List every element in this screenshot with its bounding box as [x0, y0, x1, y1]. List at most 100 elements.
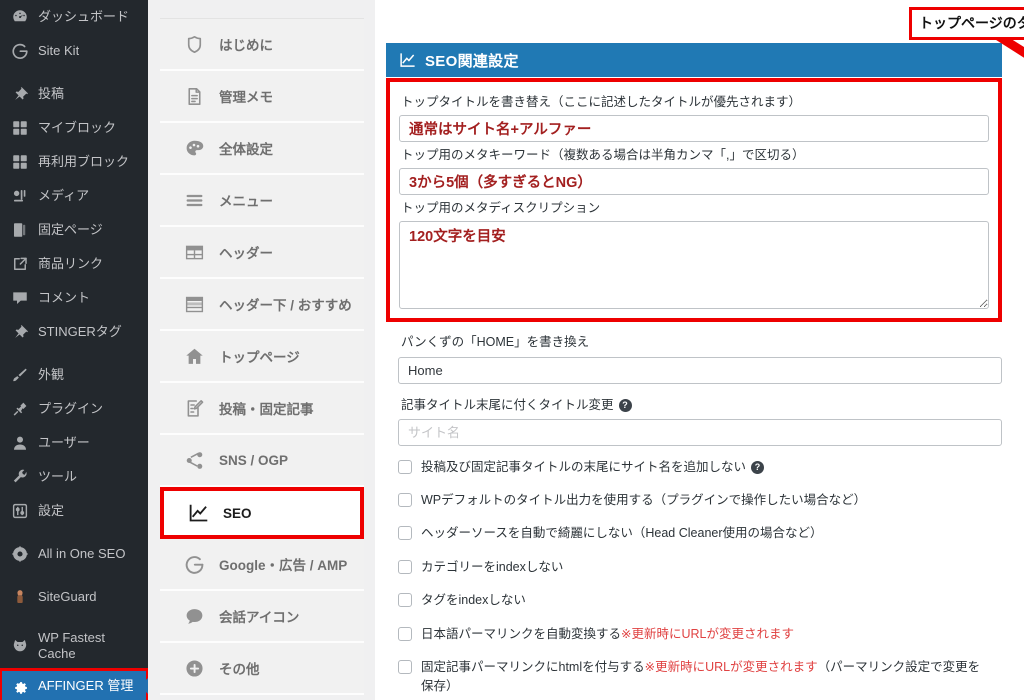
- share-icon: [182, 450, 206, 471]
- help-icon[interactable]: ?: [618, 398, 632, 412]
- sidebar-item-siteguard[interactable]: SiteGuard: [0, 580, 148, 614]
- plug-icon: [9, 399, 30, 419]
- checkbox-input[interactable]: [398, 659, 412, 674]
- palette-icon: [182, 138, 206, 159]
- nav-item-label: ヘッダー: [219, 246, 273, 261]
- sidebar-item-[interactable]: 固定ページ: [0, 213, 148, 247]
- sidebar-item-label: 設定: [38, 502, 65, 518]
- checkbox-input[interactable]: [398, 459, 412, 474]
- plain-field-input-1[interactable]: [398, 418, 1002, 446]
- nav-item-sns-ogp[interactable]: SNS / OGP: [160, 435, 364, 487]
- checkbox-text-part: ヘッダーソースを自動で綺麗にしない（Head Cleaner使用の場合など）: [421, 526, 823, 541]
- sidebar-item-label: STINGERタグ: [38, 323, 122, 339]
- sidebar-item-[interactable]: プラグイン: [0, 392, 148, 426]
- nav-item-item-2[interactable]: 全体設定: [160, 123, 364, 175]
- external-link-icon: [9, 254, 30, 274]
- sidebar-item-label: WP Fastest Cache: [38, 629, 105, 661]
- checkbox-row[interactable]: WPデフォルトのタイトル出力を使用する（プラグインで操作したい場合など）: [398, 491, 1002, 510]
- sidebar-item-all-in-one-seo[interactable]: All in One SEO: [0, 537, 148, 571]
- nav-item-item-0[interactable]: はじめに: [160, 19, 364, 71]
- sidebar-active-pointer-icon: [140, 677, 148, 695]
- nav-item-item-4[interactable]: ヘッダー: [160, 227, 364, 279]
- checkbox-input[interactable]: [398, 493, 412, 507]
- wrench-icon: [9, 467, 30, 487]
- shield-icon: [182, 34, 206, 55]
- dashboard-icon: [9, 7, 30, 27]
- nav-item-item-11[interactable]: 会話アイコン: [160, 591, 364, 643]
- wp-admin-sidebar: ダッシュボード Site Kit 投稿マイブロック 再利用ブロックメディア固定ページ商…: [0, 0, 148, 700]
- checkbox-text-part: 固定記事パーマリンクにhtmlを付与する: [421, 659, 645, 674]
- sidebar-item-label: 商品リンク: [38, 255, 104, 271]
- checkbox-input[interactable]: [398, 626, 412, 641]
- sidebar-item-label: 外観: [38, 366, 65, 382]
- help-icon[interactable]: ?: [751, 461, 765, 475]
- seo-field-input-1[interactable]: [399, 168, 989, 196]
- sidebar-item-site-kit[interactable]: Site Kit: [0, 34, 148, 68]
- chart-line-icon: [399, 52, 416, 69]
- speech-bubble-icon: [182, 606, 206, 627]
- sidebar-item-label: 再利用ブロック: [38, 153, 130, 169]
- checkbox-label: カテゴリーをindexしない: [421, 558, 573, 577]
- checkbox-row[interactable]: タグをindexしない: [398, 591, 1002, 610]
- checkbox-row[interactable]: カテゴリーをindexしない: [398, 558, 1002, 577]
- sidebar-item-label: マイブロック: [38, 119, 117, 135]
- checkbox-label: 投稿及び固定記事タイトルの末尾にサイト名を追加しない?: [421, 458, 774, 477]
- checkbox-label: タグをindexしない: [421, 591, 536, 610]
- nav-item-seo[interactable]: SEO: [160, 487, 364, 539]
- sidebar-item-label: 固定ページ: [38, 221, 103, 237]
- checkbox-row[interactable]: 投稿及び固定記事タイトルの末尾にサイト名を追加しない?: [398, 458, 1002, 477]
- sidebar-item-[interactable]: メディア: [0, 179, 148, 213]
- sidebar-item-[interactable]: マイブロック: [0, 111, 148, 145]
- page-icon: [9, 220, 30, 240]
- siteguard-icon: [9, 587, 30, 607]
- sidebar-divider: [0, 614, 148, 623]
- sidebar-item-[interactable]: 投稿: [0, 77, 148, 111]
- checkbox-label: 固定記事パーマリンクにhtmlを付与する※更新時にURLが変更されます（パーマリ…: [421, 658, 1002, 697]
- nav-item-item-6[interactable]: トップページ: [160, 331, 364, 383]
- header-below-icon: [182, 294, 206, 315]
- panel-header: SEO関連設定: [386, 43, 1002, 77]
- checkbox-input[interactable]: [398, 559, 412, 574]
- memo-icon: [182, 86, 206, 107]
- sidebar-item-affinger[interactable]: AFFINGER 管理: [0, 668, 148, 700]
- sidebar-item-[interactable]: 設定: [0, 494, 148, 528]
- sidebar-item-[interactable]: ツール: [0, 460, 148, 494]
- nav-item-label: Google・広告 / AMP: [219, 558, 348, 573]
- checkbox-options-group: 投稿及び固定記事タイトルの末尾にサイト名を追加しない? WPデフォルトのタイトル出…: [386, 458, 1002, 700]
- sidebar-divider: [0, 68, 148, 77]
- seo-field-input-2[interactable]: [399, 221, 989, 310]
- nav-item-item-7[interactable]: 投稿・固定記事: [160, 383, 364, 435]
- nav-item-google-amp[interactable]: Google・広告 / AMP: [160, 539, 364, 591]
- annotation-callout-text: トップページのタイトルとメタディスクリプション: [919, 15, 1024, 31]
- checkbox-input[interactable]: [398, 526, 412, 541]
- sidebar-item-[interactable]: ユーザー: [0, 426, 148, 460]
- sidebar-item-[interactable]: 外観: [0, 358, 148, 392]
- highlighted-top-seo-fields: トップタイトルを書き替え（ここに記述したタイトルが優先されます） トップ用のメタキ…: [386, 78, 1002, 323]
- gear-icon: [9, 676, 30, 696]
- seo-field-input-0[interactable]: [399, 115, 989, 143]
- checkbox-row[interactable]: ヘッダーソースを自動で綺麗にしない（Head Cleaner使用の場合など）: [398, 524, 1002, 543]
- nav-item-item-1[interactable]: 管理メモ: [160, 71, 364, 123]
- nav-item-item-3[interactable]: メニュー: [160, 175, 364, 227]
- media-icon: [9, 186, 30, 206]
- nav-item-label: 全体設定: [219, 142, 273, 157]
- sidebar-item-label: プラグイン: [38, 400, 104, 416]
- nav-item-label: SEO: [223, 505, 252, 521]
- sidebar-item-wp-fastest-cache[interactable]: WP Fastest Cache: [0, 623, 148, 669]
- sidebar-item-[interactable]: 再利用ブロック: [0, 145, 148, 179]
- plain-fields-group: パンくずの「HOME」を書き換え記事タイトル末尾に付くタイトル変更?: [386, 333, 1002, 446]
- sidebar-item-[interactable]: 商品リンク: [0, 247, 148, 281]
- checkbox-row[interactable]: 日本語パーマリンクを自動変換する※更新時にURLが変更されます: [398, 625, 1002, 644]
- plain-field-input-0[interactable]: [398, 356, 1002, 384]
- wpfc-cat-icon: [9, 636, 30, 656]
- sidebar-item-label: All in One SEO: [38, 545, 126, 561]
- checkbox-input[interactable]: [398, 593, 412, 608]
- sidebar-item-stinger[interactable]: STINGERタグ: [0, 315, 148, 349]
- sidebar-item-[interactable]: コメント: [0, 281, 148, 315]
- plus-circle-icon: [182, 658, 206, 679]
- sidebar-item-[interactable]: ダッシュボード: [0, 0, 148, 34]
- nav-item-item-12[interactable]: その他: [160, 643, 364, 695]
- checkbox-row[interactable]: 固定記事パーマリンクにhtmlを付与する※更新時にURLが変更されます（パーマリ…: [398, 658, 1002, 697]
- sidebar-divider: [0, 349, 148, 358]
- nav-item-item-5[interactable]: ヘッダー下 / おすすめ: [160, 279, 364, 331]
